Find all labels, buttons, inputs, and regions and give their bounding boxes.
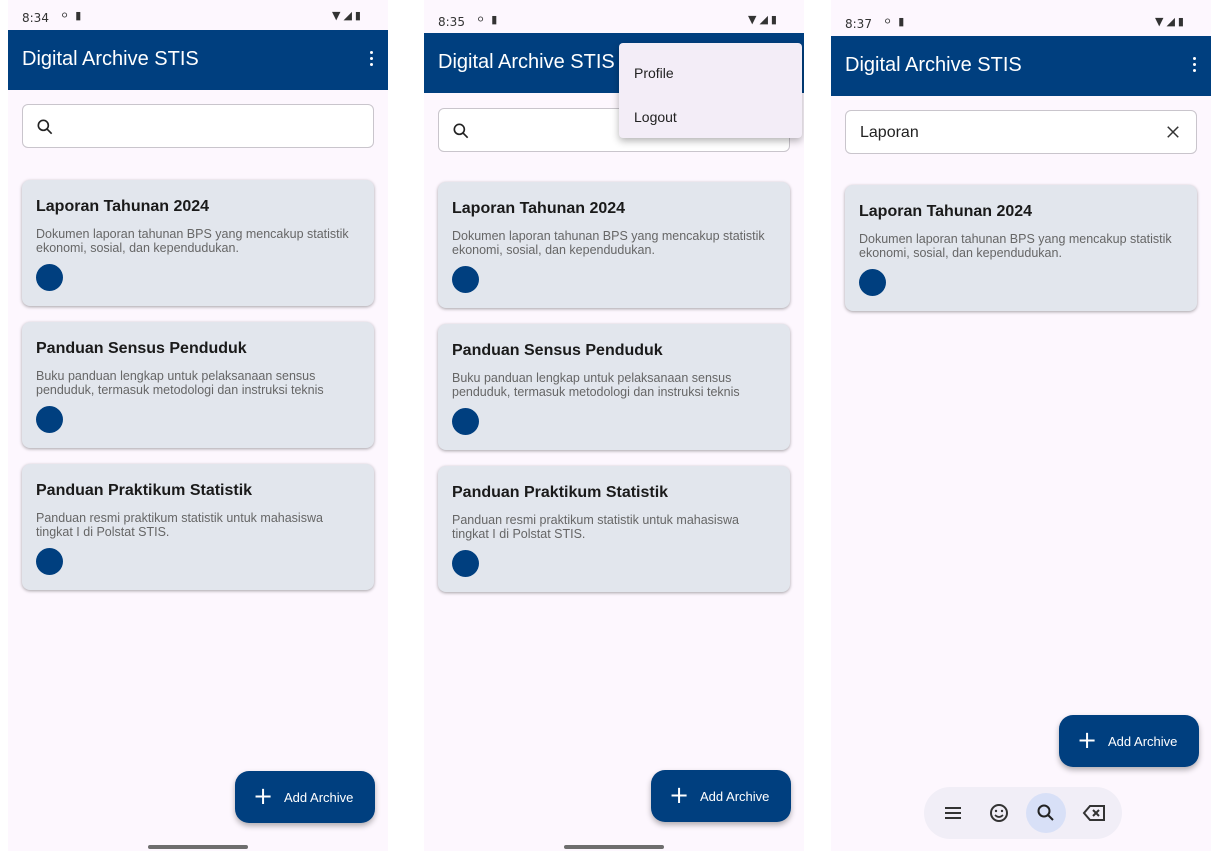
card-description: Buku panduan lengkap untuk pelaksanaan s…: [452, 371, 740, 399]
archive-card[interactable]: Laporan Tahunan 2024 Dokumen laporan tah…: [22, 180, 374, 306]
keyboard-search-button[interactable]: [1026, 793, 1066, 833]
search-input[interactable]: [22, 104, 374, 148]
archive-card[interactable]: Panduan Praktikum Statistik Panduan resm…: [438, 466, 790, 592]
search-query: Laporan: [860, 124, 919, 141]
status-bar: 8:37 ⚪▮ ▼◢▮: [831, 6, 1211, 36]
archive-card[interactable]: Panduan Sensus Penduduk Buku panduan len…: [22, 322, 374, 448]
card-title: Panduan Sensus Penduduk: [452, 342, 663, 359]
status-time: 8:37: [845, 17, 872, 31]
card-avatar: [36, 548, 63, 575]
card-description: Buku panduan lengkap untuk pelaksanaan s…: [36, 369, 324, 397]
card-title: Panduan Sensus Penduduk: [36, 340, 247, 357]
overflow-menu-icon[interactable]: [366, 48, 376, 70]
search-icon: [1037, 804, 1054, 821]
menu-item-profile[interactable]: Profile: [634, 65, 674, 81]
status-bar: 8:35 ⚪▮ ▼◢▮: [424, 4, 804, 34]
plus-icon: +: [1077, 726, 1098, 754]
card-avatar: [452, 408, 479, 435]
app-bar: Digital Archive STIS: [8, 30, 388, 90]
status-bar: 8:34 ⚪▮ ▼◢▮: [8, 0, 388, 30]
card-title: Panduan Praktikum Statistik: [452, 484, 669, 501]
card-description: Panduan resmi praktikum statistik untuk …: [452, 513, 739, 541]
card-description: Panduan resmi praktikum statistik untuk …: [36, 511, 323, 539]
status-notification-icons: ⚪▮: [60, 9, 88, 22]
search-icon: [37, 119, 53, 135]
card-title: Panduan Praktikum Statistik: [36, 482, 253, 499]
plus-icon: +: [669, 781, 690, 809]
status-signal-battery-icons: ▼◢▮: [332, 9, 364, 22]
screen-2: 8:35 ⚪▮ ▼◢▮ Digital Archive STIS Profile…: [424, 0, 804, 851]
app-title: Digital Archive STIS: [845, 54, 1022, 76]
card-avatar: [859, 269, 886, 296]
add-archive-label: Add Archive: [1108, 734, 1178, 749]
search-icon: [453, 123, 469, 139]
close-icon[interactable]: [1164, 123, 1182, 141]
app-title: Digital Archive STIS: [438, 51, 615, 73]
add-archive-label: Add Archive: [700, 789, 770, 804]
card-description: Dokumen laporan tahunan BPS yang mencaku…: [452, 229, 765, 257]
card-avatar: [452, 266, 479, 293]
add-archive-button[interactable]: + Add Archive: [1059, 715, 1199, 767]
card-avatar: [452, 550, 479, 577]
card-title: Laporan Tahunan 2024: [36, 198, 210, 215]
status-signal-battery-icons: ▼◢▮: [1155, 15, 1187, 28]
backspace-icon[interactable]: [1079, 797, 1111, 829]
app-title: Digital Archive STIS: [22, 48, 199, 70]
app-bar: Digital Archive STIS: [831, 36, 1211, 96]
overflow-menu: Profile Logout: [619, 43, 802, 138]
screen-1: 8:34 ⚪▮ ▼◢▮ Digital Archive STIS Laporan…: [8, 0, 388, 851]
card-description: Dokumen laporan tahunan BPS yang mencaku…: [36, 227, 349, 255]
card-title: Laporan Tahunan 2024: [859, 203, 1033, 220]
overflow-menu-icon[interactable]: [1189, 54, 1199, 76]
emoji-icon[interactable]: [983, 797, 1015, 829]
gesture-nav-bar[interactable]: [148, 845, 248, 849]
keyboard-toolbar: [924, 787, 1122, 839]
card-description: Dokumen laporan tahunan BPS yang mencaku…: [859, 232, 1172, 260]
status-time: 8:34: [22, 11, 49, 25]
card-title: Laporan Tahunan 2024: [452, 200, 626, 217]
card-avatar: [36, 406, 63, 433]
gesture-nav-bar[interactable]: [564, 845, 664, 849]
add-archive-label: Add Archive: [284, 790, 354, 805]
menu-icon[interactable]: [937, 797, 969, 829]
screen-3: 8:37 ⚪▮ ▼◢▮ Digital Archive STIS Laporan…: [831, 0, 1211, 851]
plus-icon: +: [253, 782, 274, 810]
archive-card[interactable]: Laporan Tahunan 2024 Dokumen laporan tah…: [438, 182, 790, 308]
menu-item-logout[interactable]: Logout: [634, 109, 677, 125]
archive-card[interactable]: Panduan Praktikum Statistik Panduan resm…: [22, 464, 374, 590]
search-input[interactable]: Laporan: [845, 110, 1197, 154]
archive-card[interactable]: Laporan Tahunan 2024 Dokumen laporan tah…: [845, 185, 1197, 311]
status-notification-icons: ⚪▮: [883, 15, 911, 28]
status-signal-battery-icons: ▼◢▮: [748, 13, 780, 26]
archive-card[interactable]: Panduan Sensus Penduduk Buku panduan len…: [438, 324, 790, 450]
add-archive-button[interactable]: + Add Archive: [235, 771, 375, 823]
status-notification-icons: ⚪▮: [476, 13, 504, 26]
add-archive-button[interactable]: + Add Archive: [651, 770, 791, 822]
card-avatar: [36, 264, 63, 291]
status-time: 8:35: [438, 15, 465, 29]
